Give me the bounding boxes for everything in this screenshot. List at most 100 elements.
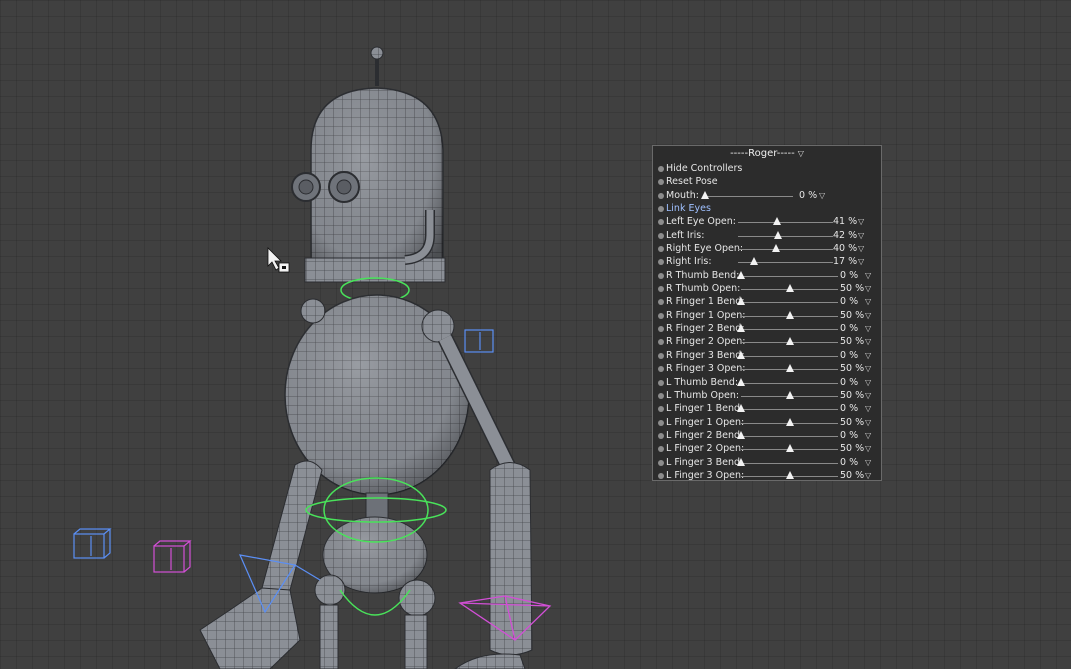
panel-title-dropdown[interactable]: -----Roger----- ▽ (653, 146, 881, 162)
chevron-down-icon[interactable]: ▽ (865, 402, 871, 415)
slider-track[interactable] (741, 435, 838, 437)
chevron-down-icon[interactable]: ▽ (819, 189, 825, 202)
slider-row: Right Iris: 17 % ▽ (653, 255, 881, 268)
slider-track[interactable] (741, 329, 838, 331)
chevron-down-icon[interactable]: ▽ (865, 429, 871, 442)
radio-dot-icon (658, 166, 664, 172)
slider-row: L Finger 2 Bend: 0 % ▽ (653, 429, 881, 442)
chevron-down-icon[interactable]: ▽ (865, 349, 871, 362)
chevron-down-icon[interactable]: ▽ (865, 269, 871, 282)
chevron-down-icon[interactable]: ▽ (858, 215, 864, 228)
slider-handle[interactable] (737, 350, 745, 359)
3d-viewport[interactable]: -----Roger----- ▽ Hide Controllers Reset … (0, 0, 1071, 669)
radio-dot-icon[interactable] (658, 392, 664, 399)
radio-dot-icon[interactable] (658, 339, 664, 346)
radio-dot-icon[interactable] (658, 419, 664, 426)
radio-dot-icon[interactable] (658, 352, 664, 359)
chevron-down-icon[interactable]: ▽ (858, 255, 864, 268)
slider-row: Mouth: 0 % ▽ (653, 189, 881, 202)
cube-controller-blue[interactable] (73, 528, 112, 559)
slider-handle[interactable] (785, 337, 794, 346)
radio-dot-icon[interactable] (658, 286, 664, 293)
radio-dot-icon[interactable] (658, 299, 664, 306)
chevron-down-icon[interactable]: ▽ (865, 322, 871, 335)
radio-dot-icon[interactable] (658, 259, 664, 266)
slider-track[interactable] (738, 222, 833, 224)
radio-dot-icon[interactable] (658, 379, 664, 386)
slider-handle[interactable] (785, 390, 794, 399)
chevron-down-icon[interactable]: ▽ (865, 442, 871, 455)
slider-handle[interactable] (785, 470, 794, 479)
slider-handle[interactable] (785, 364, 794, 373)
chevron-down-icon[interactable]: ▽ (858, 229, 864, 242)
chevron-down-icon[interactable]: ▽ (865, 456, 871, 469)
slider-handle[interactable] (785, 284, 794, 293)
radio-dot-icon[interactable] (658, 326, 664, 333)
link-eyes-label: Link Eyes (666, 203, 711, 215)
slider-label: R Thumb Bend: (666, 269, 740, 281)
robot-rig-scene[interactable] (0, 0, 1071, 669)
robot-antenna[interactable] (370, 46, 384, 86)
slider-track[interactable] (741, 462, 838, 464)
radio-dot-icon[interactable] (658, 219, 664, 226)
slider-handle[interactable] (701, 190, 709, 199)
link-eyes-toggle[interactable]: Link Eyes (653, 202, 881, 215)
radio-dot-icon[interactable] (658, 472, 664, 479)
chevron-down-icon[interactable]: ▽ (865, 335, 871, 348)
chevron-down-icon[interactable]: ▽ (865, 469, 871, 482)
slider-handle[interactable] (785, 310, 794, 319)
eye-target-controller-blue[interactable] (464, 329, 494, 353)
radio-dot-icon[interactable] (658, 272, 664, 279)
slider-value: 50 % (840, 363, 865, 375)
chevron-down-icon[interactable]: ▽ (865, 362, 871, 375)
slider-handle[interactable] (772, 217, 781, 226)
radio-dot-icon[interactable] (658, 312, 664, 319)
slider-track[interactable] (741, 409, 838, 411)
slider-handle[interactable] (737, 430, 745, 439)
slider-handle[interactable] (737, 270, 745, 279)
slider-track[interactable] (738, 235, 833, 237)
slider-track[interactable] (738, 249, 833, 251)
radio-dot-icon[interactable] (658, 406, 664, 413)
chevron-down-icon[interactable]: ▽ (865, 416, 871, 429)
radio-dot-icon[interactable] (658, 366, 664, 373)
slider-handle[interactable] (772, 244, 780, 253)
slider-label: L Finger 3 Open: (666, 469, 745, 481)
robot-arm-left[interactable] (199, 460, 323, 669)
slider-handle[interactable] (737, 297, 745, 306)
chevron-down-icon[interactable]: ▽ (865, 389, 871, 402)
slider-track[interactable] (741, 382, 838, 384)
radio-dot-icon[interactable] (658, 459, 664, 466)
hide-controllers-button[interactable]: Hide Controllers (653, 162, 881, 175)
hide-controllers-label: Hide Controllers (666, 163, 743, 174)
slider-handle[interactable] (737, 377, 745, 386)
chevron-down-icon[interactable]: ▽ (865, 282, 871, 295)
slider-handle[interactable] (785, 444, 794, 453)
slider-track[interactable] (741, 302, 838, 304)
slider-track[interactable] (741, 275, 838, 277)
slider-handle[interactable] (737, 457, 745, 466)
radio-dot-icon[interactable] (658, 232, 664, 239)
radio-dot-icon[interactable] (658, 192, 664, 199)
robot-pelvis[interactable] (314, 516, 436, 669)
slider-handle[interactable] (785, 417, 794, 426)
robot-head[interactable] (291, 87, 446, 283)
slider-handle[interactable] (773, 230, 782, 239)
slider-track[interactable] (705, 195, 793, 197)
slider-label: L Finger 1 Bend: (666, 403, 744, 415)
chevron-down-icon[interactable]: ▽ (865, 376, 871, 389)
slider-handle[interactable] (737, 324, 745, 333)
chevron-down-icon[interactable]: ▽ (865, 295, 871, 308)
slider-handle[interactable] (737, 404, 745, 413)
chevron-down-icon[interactable]: ▽ (865, 309, 871, 322)
radio-dot-icon[interactable] (658, 446, 664, 453)
chevron-down-icon[interactable]: ▽ (858, 242, 864, 255)
radio-dot-icon[interactable] (658, 432, 664, 439)
slider-label: Right Eye Open: (666, 243, 744, 255)
slider-value: 50 % (840, 283, 865, 295)
cube-controller-magenta[interactable] (153, 540, 192, 573)
slider-track[interactable] (741, 355, 838, 357)
slider-handle[interactable] (750, 257, 759, 266)
radio-dot-icon[interactable] (658, 246, 664, 253)
reset-pose-button[interactable]: Reset Pose (653, 175, 881, 188)
